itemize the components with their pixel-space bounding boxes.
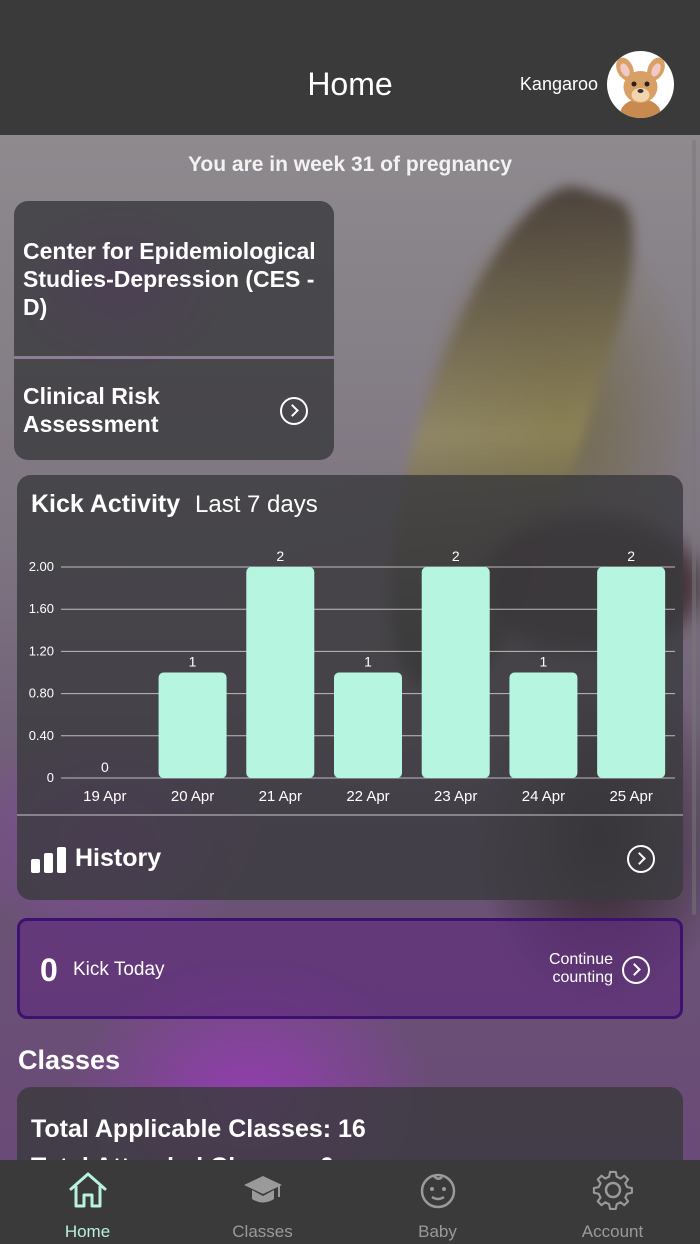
data-label: 1 [189,654,197,670]
y-tick-label: 0 [47,770,54,785]
continue-counting-button[interactable]: Continue counting [493,951,613,987]
tab-home[interactable]: Home [0,1160,175,1244]
bar [158,672,227,778]
bar [246,567,315,778]
history-link[interactable]: History [75,844,161,873]
chevron-right-circle-icon[interactable] [280,397,308,425]
chevron-right-circle-icon[interactable] [622,956,650,984]
bar [334,672,402,778]
assessment-title: Center for Epidemiological Studies-Depre… [23,238,316,320]
bar [421,567,490,778]
x-tick-label: 23 Apr [434,788,477,805]
tab-account[interactable]: Account [525,1160,700,1244]
data-label: 1 [364,654,372,670]
x-tick-label: 19 Apr [83,788,126,805]
kick-activity-chart: 0 0.40 0.80 1.20 1.60 2.00 0 19 Apr 1 20 Apr 2 21 A… [29,548,675,805]
classes-heading: Classes [18,1045,121,1075]
kick-today-card[interactable]: 0 Kick Today Continue counting [17,918,683,1019]
baby-face-icon [420,1173,456,1209]
tab-baby[interactable]: Baby [350,1160,525,1244]
data-label: 2 [276,548,284,564]
data-label: 0 [101,759,109,775]
user-name: Kangaroo [519,74,598,94]
bar [509,672,578,778]
kick-activity-title: Kick Activity [31,490,181,518]
data-label: 2 [627,548,635,564]
y-tick-label: 2.00 [29,559,54,574]
x-tick-label: 25 Apr [609,788,652,805]
scrollbar[interactable] [692,140,696,915]
divider [14,356,334,359]
tab-label: Home [64,1222,111,1241]
bar-chart-icon [31,847,66,873]
tab-label: Baby [418,1222,457,1241]
gear-icon [592,1170,633,1210]
divider [17,814,683,816]
pregnancy-week-text: You are in week 31 of pregnancy [187,153,513,176]
x-tick-label: 24 Apr [522,788,565,805]
kangaroo-avatar-icon[interactable] [607,51,674,118]
tab-bar: Home Classes Baby Account [0,1160,700,1244]
clinical-risk-assessment-label: Clinical Risk Assessment [23,383,160,437]
assessment-card: Center for Epidemiological Studies-Depre… [14,201,334,460]
tab-classes[interactable]: Classes [175,1160,350,1244]
y-tick-label: 1.60 [29,601,54,616]
app-header: Home Kangaroo [0,0,700,135]
home-icon [69,1172,107,1208]
graduation-cap-icon [244,1176,282,1203]
x-tick-label: 20 Apr [171,788,214,805]
kick-today-count: 0 [40,952,58,988]
tab-label: Classes [232,1222,293,1241]
total-applicable-classes: Total Applicable Classes: 16 [31,1115,366,1143]
bar [597,567,666,778]
chevron-right-circle-icon[interactable] [627,845,655,873]
y-tick-label: 0.40 [29,728,54,743]
kick-activity-card: Kick Activity Last 7 days 0 0.40 0.80 1.20 1… [17,475,683,900]
y-tick-label: 0.80 [29,686,54,701]
kick-activity-subtitle: Last 7 days [195,491,318,518]
data-label: 2 [452,548,460,564]
x-tick-label: 21 Apr [259,788,302,805]
tab-label: Account [581,1222,644,1241]
clinical-risk-assessment-link[interactable]: Clinical Risk Assessment [23,382,253,438]
kick-today-label: Kick Today [73,959,165,980]
y-tick-label: 1.20 [29,643,54,658]
x-tick-label: 22 Apr [346,788,389,805]
data-label: 1 [540,654,548,670]
